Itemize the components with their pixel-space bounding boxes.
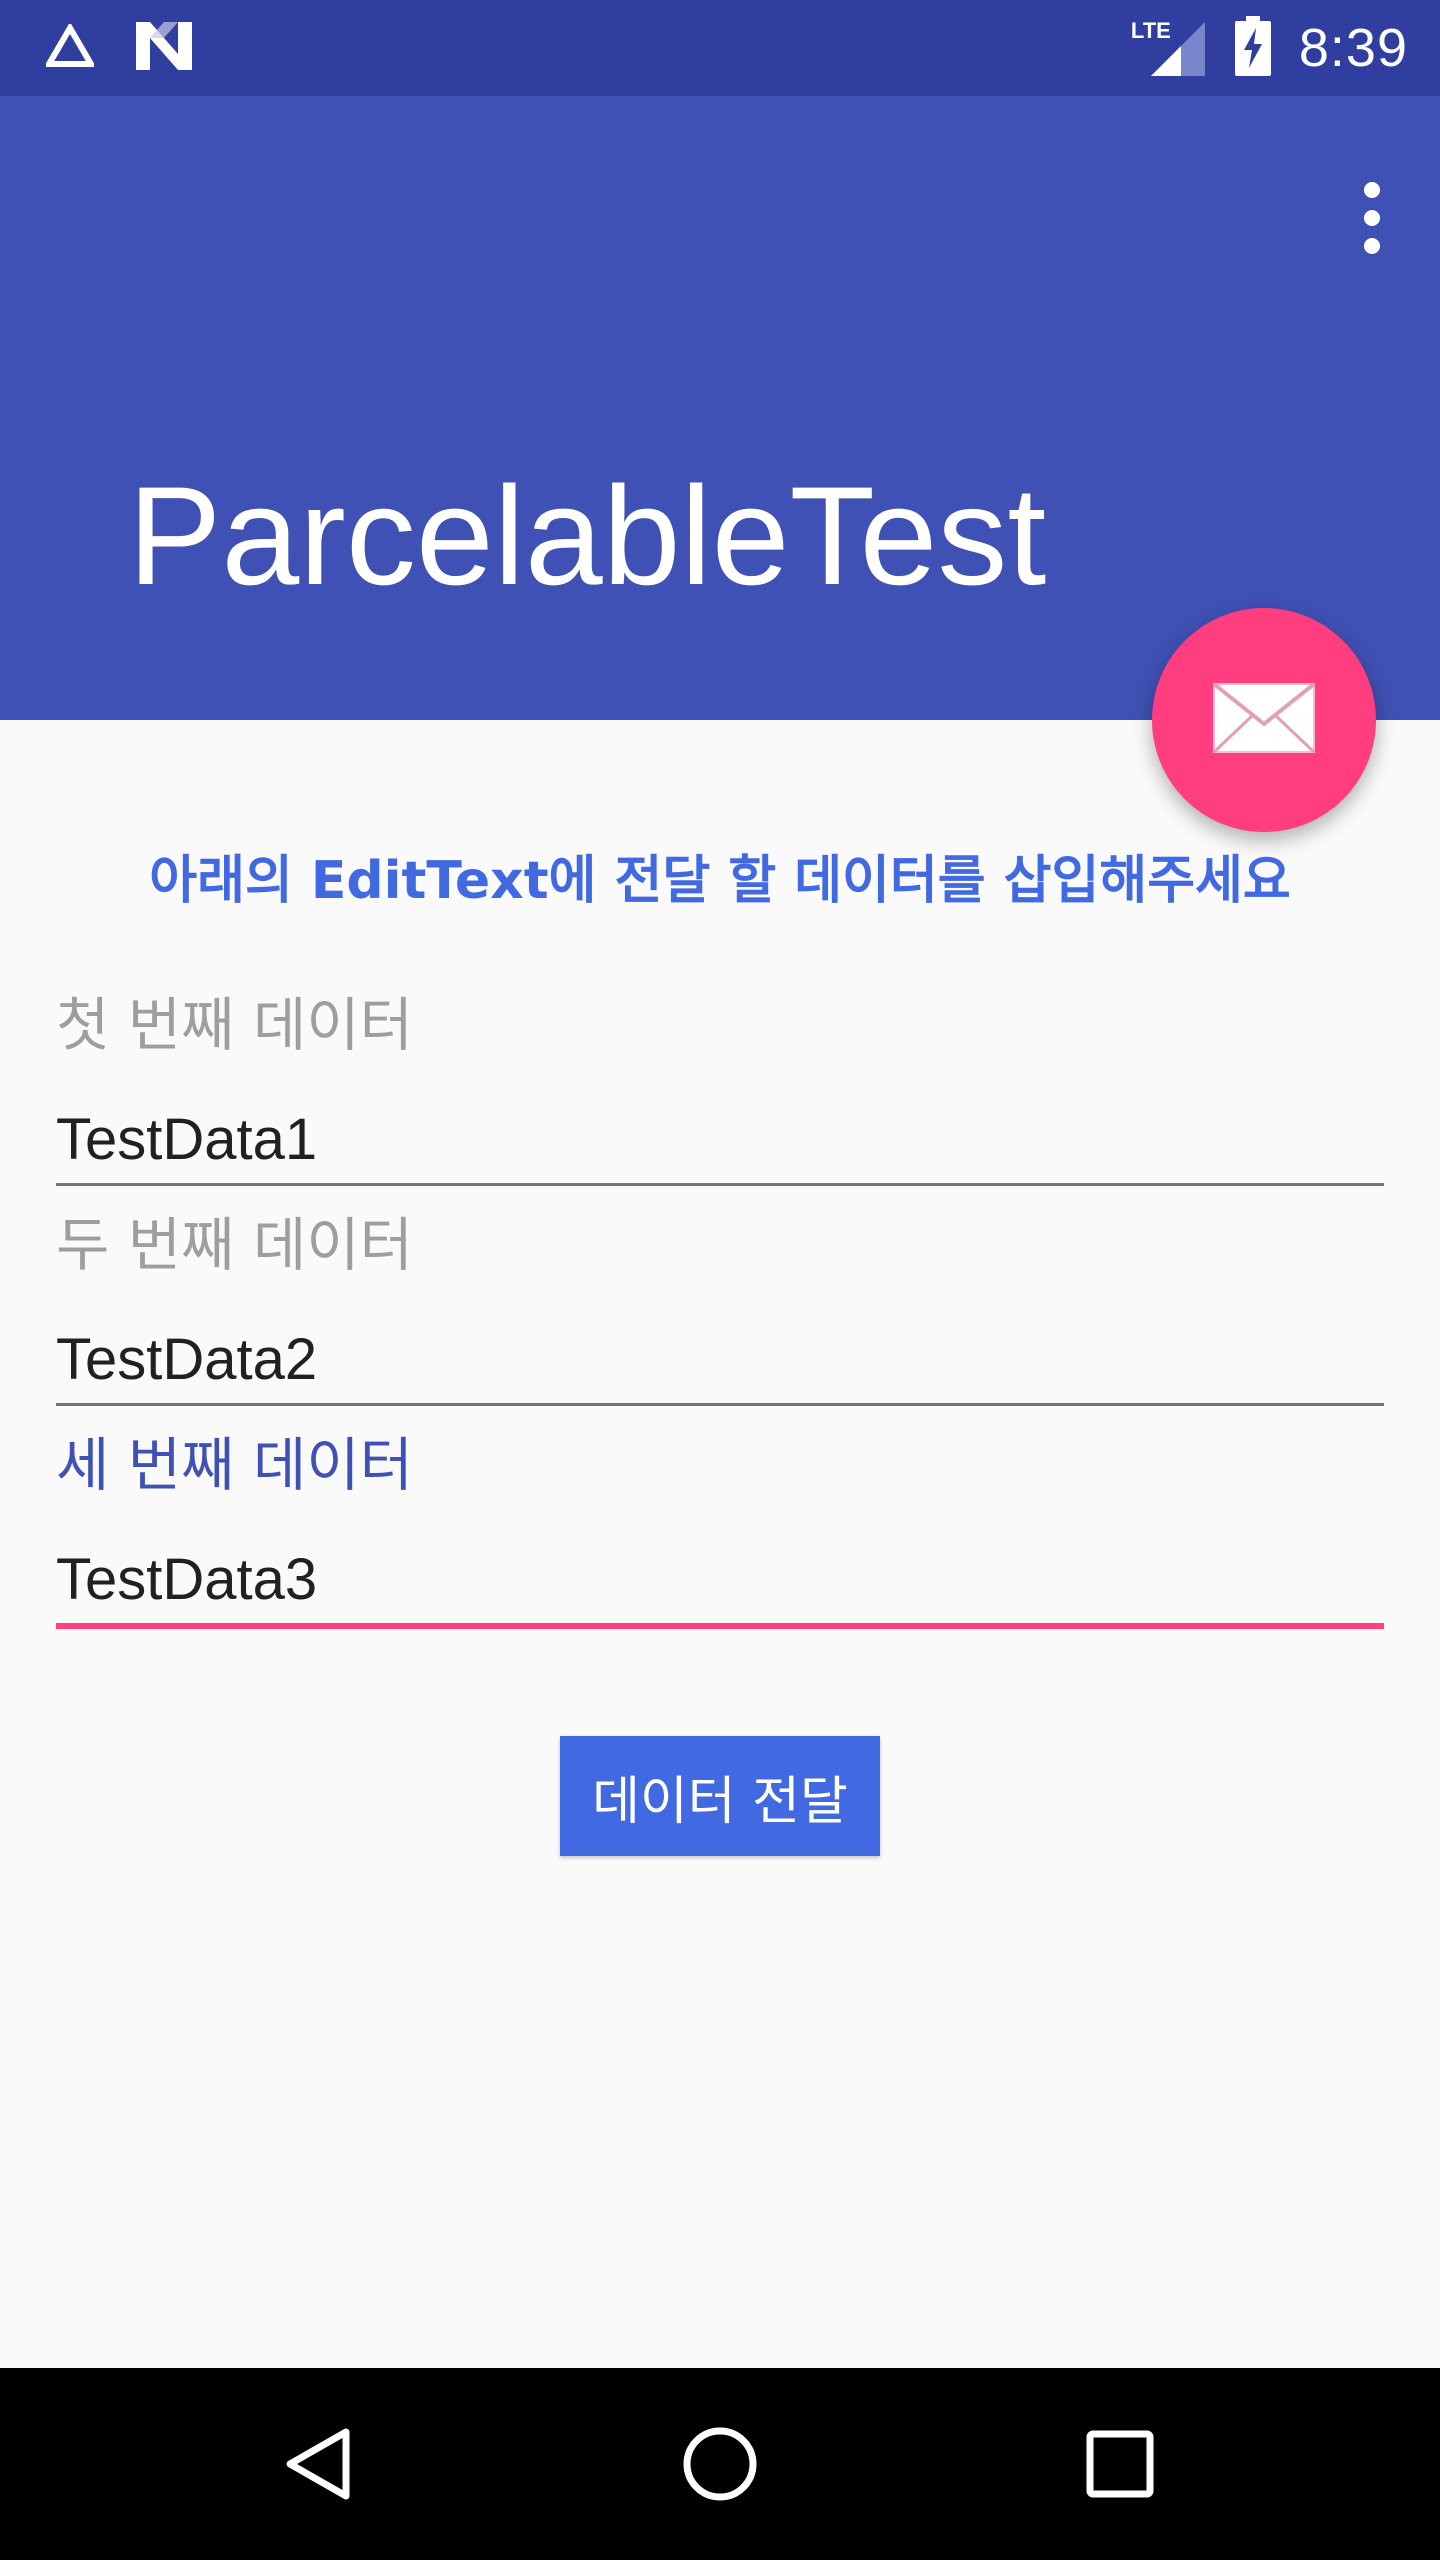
app-title: ParcelableTest: [128, 457, 1047, 614]
second-data-label: 두 번째 데이터: [56, 1211, 414, 1279]
navigation-bar: [0, 2368, 1440, 2560]
third-data-input[interactable]: [56, 1546, 1384, 1629]
email-fab-button[interactable]: [1152, 608, 1376, 832]
back-icon[interactable]: [280, 2424, 360, 2504]
second-data-field: 두 번째 데이터: [56, 1216, 1384, 1406]
first-data-field: 첫 번째 데이터: [56, 996, 1384, 1186]
email-icon: [1212, 682, 1316, 758]
recents-icon[interactable]: [1080, 2424, 1160, 2504]
more-vert-icon[interactable]: [1342, 168, 1402, 268]
status-right-icons: LTE 8:39: [1131, 0, 1408, 96]
instruction-text: 아래의 EditText에 전달 할 데이터를 삽입해주세요: [149, 851, 1291, 911]
status-left-icons: [43, 18, 194, 78]
n-logo-icon: [134, 20, 194, 76]
warning-triangle-icon: [43, 22, 97, 72]
status-bar: LTE 8:39: [0, 0, 1440, 96]
first-data-label: 첫 번째 데이터: [56, 991, 414, 1059]
first-data-input[interactable]: [56, 1106, 1384, 1186]
lte-signal-icon: LTE: [1131, 18, 1207, 78]
second-data-input[interactable]: [56, 1326, 1384, 1406]
status-time: 8:39: [1298, 18, 1408, 78]
send-data-button[interactable]: 데이터 전달: [560, 1736, 880, 1856]
third-data-label: 세 번째 데이터: [56, 1431, 414, 1499]
battery-charging-icon: [1234, 16, 1271, 80]
home-icon[interactable]: [680, 2424, 760, 2504]
third-data-field: 세 번째 데이터: [56, 1436, 1384, 1629]
